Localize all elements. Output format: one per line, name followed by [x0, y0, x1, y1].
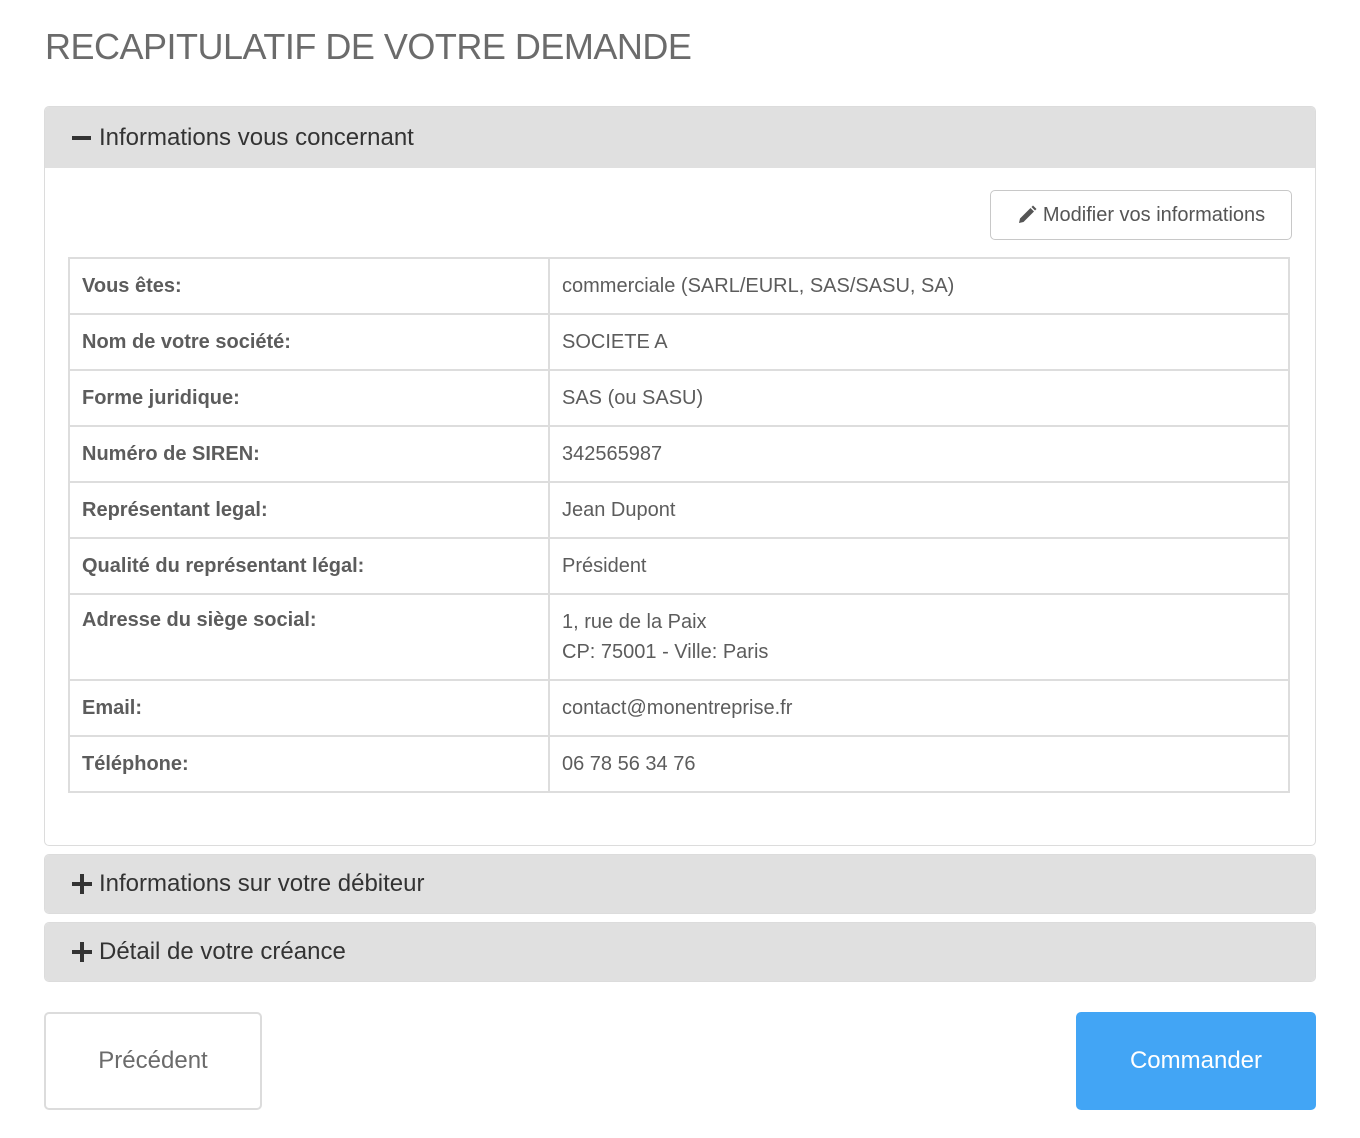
table-row: Téléphone: 06 78 56 34 76	[68, 735, 1290, 793]
panel-title: Informations sur votre débiteur	[99, 870, 425, 897]
row-value: Jean Dupont	[548, 481, 1290, 539]
plus-icon	[71, 941, 93, 963]
table-row: Adresse du siège social: 1, rue de la Pa…	[68, 593, 1290, 681]
row-label: Vous êtes:	[68, 257, 550, 315]
panel-header-informations-debiteur[interactable]: Informations sur votre débiteur	[45, 855, 1315, 913]
panel-informations-debiteur: Informations sur votre débiteur	[44, 854, 1316, 914]
table-row: Qualité du représentant légal: Président	[68, 537, 1290, 595]
edit-information-button[interactable]: Modifier vos informations	[990, 190, 1292, 240]
pencil-icon	[1018, 205, 1037, 223]
row-value: 06 78 56 34 76	[548, 735, 1290, 793]
panel-header-detail-creance[interactable]: Détail de votre créance	[45, 923, 1315, 981]
row-label: Qualité du représentant légal:	[68, 537, 550, 595]
table-row: Nom de votre société: SOCIETE A	[68, 313, 1290, 371]
information-table: Vous êtes: commerciale (SARL/EURL, SAS/S…	[68, 257, 1290, 793]
row-label: Représentant legal:	[68, 481, 550, 539]
table-row: Forme juridique: SAS (ou SASU)	[68, 369, 1290, 427]
row-label: Nom de votre société:	[68, 313, 550, 371]
row-value: SOCIETE A	[548, 313, 1290, 371]
table-row: Représentant legal: Jean Dupont	[68, 481, 1290, 539]
row-label: Email:	[68, 679, 550, 737]
row-label: Numéro de SIREN:	[68, 425, 550, 483]
row-value: SAS (ou SASU)	[548, 369, 1290, 427]
panel-title: Informations vous concernant	[99, 123, 414, 151]
panel-header-informations-vous-concernant[interactable]: Informations vous concernant	[45, 107, 1315, 168]
row-label: Adresse du siège social:	[68, 593, 550, 681]
panel-detail-creance: Détail de votre créance	[44, 922, 1316, 982]
panel-title: Détail de votre créance	[99, 938, 346, 965]
table-row: Vous êtes: commerciale (SARL/EURL, SAS/S…	[68, 257, 1290, 315]
row-value: commerciale (SARL/EURL, SAS/SASU, SA)	[548, 257, 1290, 315]
table-row: Numéro de SIREN: 342565987	[68, 425, 1290, 483]
row-label: Forme juridique:	[68, 369, 550, 427]
plus-icon	[71, 873, 93, 895]
address-line-1: 1, rue de la Paix	[562, 611, 707, 633]
row-value: contact@monentreprise.fr	[548, 679, 1290, 737]
table-row: Email: contact@monentreprise.fr	[68, 679, 1290, 737]
row-value: Président	[548, 537, 1290, 595]
row-label: Téléphone:	[68, 735, 550, 793]
order-button[interactable]: Commander	[1076, 1012, 1316, 1110]
row-value: 342565987	[548, 425, 1290, 483]
row-value: 1, rue de la Paix CP: 75001 - Ville: Par…	[548, 593, 1290, 681]
minus-icon	[71, 127, 93, 149]
previous-button[interactable]: Précédent	[44, 1012, 262, 1110]
address-line-2: CP: 75001 - Ville: Paris	[562, 641, 769, 663]
page-title: RECAPITULATIF DE VOTRE DEMANDE	[45, 26, 692, 67]
panel-informations-vous-concernant: Informations vous concernant Modifier vo…	[44, 106, 1316, 846]
edit-information-label: Modifier vos informations	[1042, 203, 1266, 226]
